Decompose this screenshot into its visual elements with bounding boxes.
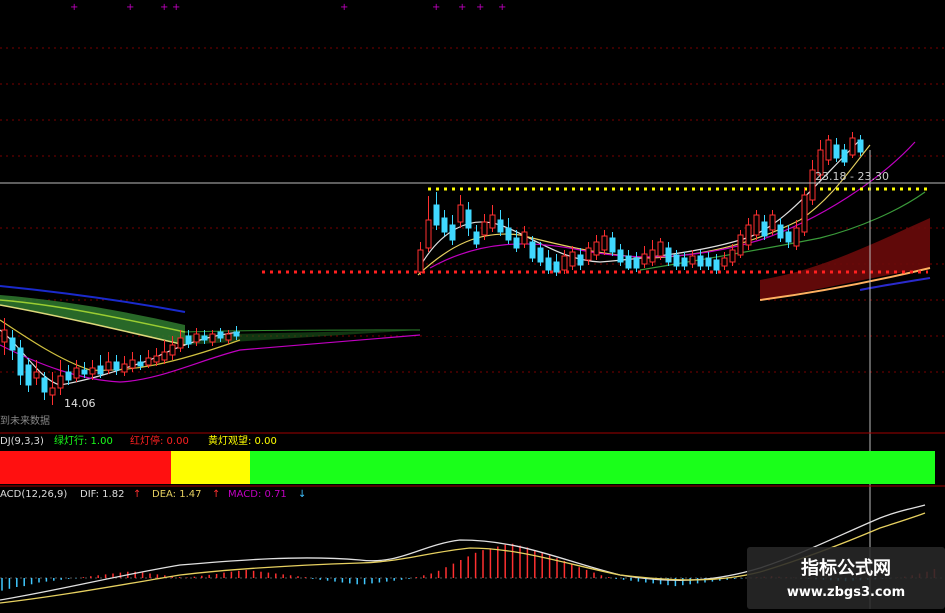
candle <box>841 144 848 166</box>
light-indicator-header: DJ(9,3,3) 绿灯行: 1.00 红灯停: 0.00 黄灯观望: 0.00 <box>0 434 277 447</box>
candle <box>441 210 448 236</box>
candle <box>577 248 584 270</box>
stock-chart-app: + + + + + + + + + 23.18 - 23.30 14.06 到未来数据 <box>0 0 945 609</box>
svg-text:DIF: 1.82: DIF: 1.82 <box>80 489 124 500</box>
candle <box>777 218 784 242</box>
light-red-segment <box>0 451 171 484</box>
candle <box>857 135 864 156</box>
candle <box>161 340 168 364</box>
candle <box>433 192 440 230</box>
candle <box>489 205 496 232</box>
svg-text:MACD: 0.71: MACD: 0.71 <box>228 489 287 500</box>
candle <box>9 330 16 360</box>
occluder-block <box>425 276 760 336</box>
candle <box>833 138 840 162</box>
candle <box>849 132 856 158</box>
svg-text:+: + <box>126 2 134 13</box>
svg-text:+: + <box>160 2 168 13</box>
svg-text:红灯停: 0.00: 红灯停: 0.00 <box>130 434 189 447</box>
candle <box>505 218 512 244</box>
candle <box>49 372 56 405</box>
candle <box>153 348 160 366</box>
candle <box>17 340 24 385</box>
watermark: 指标公式网 www.zbgs3.com <box>747 547 945 609</box>
candle <box>617 244 624 266</box>
svg-text:+: + <box>498 2 506 13</box>
candle <box>825 135 832 165</box>
svg-text:+: + <box>70 2 78 13</box>
watermark-title: 指标公式网 <box>801 557 891 579</box>
candles <box>1 132 864 405</box>
candle <box>537 242 544 266</box>
candle <box>569 246 576 270</box>
candle <box>73 360 80 382</box>
svg-text:↑: ↑ <box>133 489 141 500</box>
svg-text:DEA: 1.47: DEA: 1.47 <box>152 489 202 500</box>
low-price-label: 14.06 <box>64 397 96 410</box>
candle <box>689 250 696 268</box>
candle <box>185 330 192 348</box>
ma-lines <box>0 139 926 386</box>
svg-text:+: + <box>458 2 466 13</box>
svg-text:↑: ↑ <box>212 489 220 500</box>
svg-text:+: + <box>340 2 348 13</box>
candle <box>457 195 464 228</box>
svg-text:+: + <box>476 2 484 13</box>
candle <box>745 218 752 250</box>
candle <box>33 360 40 385</box>
candle <box>465 202 472 236</box>
svg-text:绿灯行: 1.00: 绿灯行: 1.00 <box>54 434 113 447</box>
svg-text:+: + <box>432 2 440 13</box>
chart-canvas[interactable]: + + + + + + + + + 23.18 - 23.30 14.06 到未来数据 <box>0 0 945 609</box>
candle <box>761 215 768 240</box>
candle <box>737 230 744 258</box>
svg-text:ACD(12,26,9): ACD(12,26,9) <box>0 489 67 500</box>
svg-text:+: + <box>172 2 180 13</box>
candle <box>545 250 552 274</box>
svg-text:↓: ↓ <box>298 489 306 500</box>
candle <box>449 215 456 245</box>
candle <box>705 252 712 270</box>
svg-text:黄灯观望: 0.00: 黄灯观望: 0.00 <box>208 434 277 447</box>
candle <box>497 210 504 236</box>
candle <box>609 232 616 256</box>
candle <box>425 196 432 252</box>
candle <box>665 242 672 266</box>
candle <box>593 235 600 260</box>
top-markers: + + + + + + + + + <box>70 2 506 13</box>
candle <box>601 230 608 255</box>
candle <box>641 246 648 268</box>
candle <box>145 350 152 368</box>
candle <box>753 210 760 240</box>
watermark-url: www.zbgs3.com <box>787 585 905 600</box>
light-yellow-segment <box>171 451 250 484</box>
candle <box>801 188 808 236</box>
candle <box>633 252 640 272</box>
candle <box>521 226 528 248</box>
candle <box>57 360 64 395</box>
candle <box>41 372 48 400</box>
macd-header: ACD(12,26,9) DIF: 1.82 ↑ DEA: 1.47 ↑ MAC… <box>0 489 306 500</box>
crosshair-label: 23.18 - 23.30 <box>815 170 889 183</box>
candle <box>65 365 72 385</box>
candle <box>81 362 88 378</box>
candle <box>417 242 424 275</box>
bottom-caption: 到未来数据 <box>0 414 50 427</box>
light-green-segment <box>250 451 935 484</box>
candle <box>209 330 216 346</box>
candle <box>25 358 32 392</box>
candle <box>625 250 632 270</box>
candle <box>649 240 656 266</box>
svg-text:DJ(9,3,3): DJ(9,3,3) <box>0 436 44 447</box>
candle <box>121 356 128 376</box>
